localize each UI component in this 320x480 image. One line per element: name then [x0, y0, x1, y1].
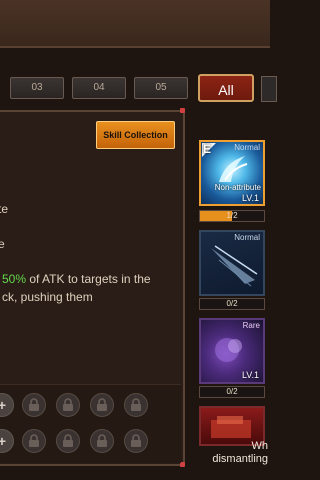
locked-slot-icon [56, 429, 80, 453]
locked-slot-icon [124, 429, 148, 453]
header-band [0, 0, 270, 48]
locked-slot-icon [22, 393, 46, 417]
damage-percent: 50% [2, 272, 27, 286]
skill-desc-line-1: te [0, 202, 9, 216]
filter-all-button[interactable]: All [198, 74, 254, 102]
tab-03[interactable]: 03 [10, 77, 64, 99]
skill-collection-button[interactable]: Skill Collection [96, 121, 175, 149]
locked-slot-icon [90, 393, 114, 417]
locked-slot-icon [90, 429, 114, 453]
card-2-count-bar: 0/2 [199, 298, 265, 310]
card-rarity-label: Normal [234, 143, 260, 152]
tab-05[interactable]: 05 [134, 77, 188, 99]
tab-04[interactable]: 04 [72, 77, 126, 99]
skill-desc-line-3: 50% of ATK to targets in the [2, 272, 151, 286]
filter-next-button[interactable] [261, 76, 277, 102]
page-tabs: 03 04 05 All [0, 74, 277, 106]
card-level-label: LV.1 [241, 370, 259, 380]
skill-card-2[interactable]: Normal [199, 230, 265, 296]
panel-corner-top [180, 108, 185, 113]
skill-card-3[interactable]: Rare LV.1 [199, 318, 265, 384]
water-skill-icon [219, 156, 248, 182]
skill-desc-line-2: e [0, 237, 5, 251]
damage-desc-text: of ATK to targets in the [26, 272, 151, 286]
dismantle-hint-line-1: Wh [251, 440, 269, 452]
fire-skill-icon [211, 416, 251, 438]
dark-skill-icon [215, 338, 242, 362]
card-rarity-label: Rare [242, 321, 260, 330]
locked-slot-icon [22, 429, 46, 453]
locked-slot-icon [124, 393, 148, 417]
skill-desc-line-4: ck, pushing them [2, 290, 93, 304]
card-1-count-bar: 1/2 [199, 210, 265, 222]
dismantle-hint-line-2: dismantling [212, 453, 268, 465]
card-3-count-bar: 0/2 [199, 386, 265, 398]
ice-shard-skill-icon [211, 245, 258, 287]
locked-slot-icon [56, 393, 80, 417]
card-level-label: LV.1 [241, 193, 259, 203]
card-attribute-label: Non-attribute [214, 183, 261, 192]
skill-card-1[interactable]: E Normal Non-attribute LV.1 [199, 140, 265, 206]
grade-letter: E [203, 142, 212, 156]
